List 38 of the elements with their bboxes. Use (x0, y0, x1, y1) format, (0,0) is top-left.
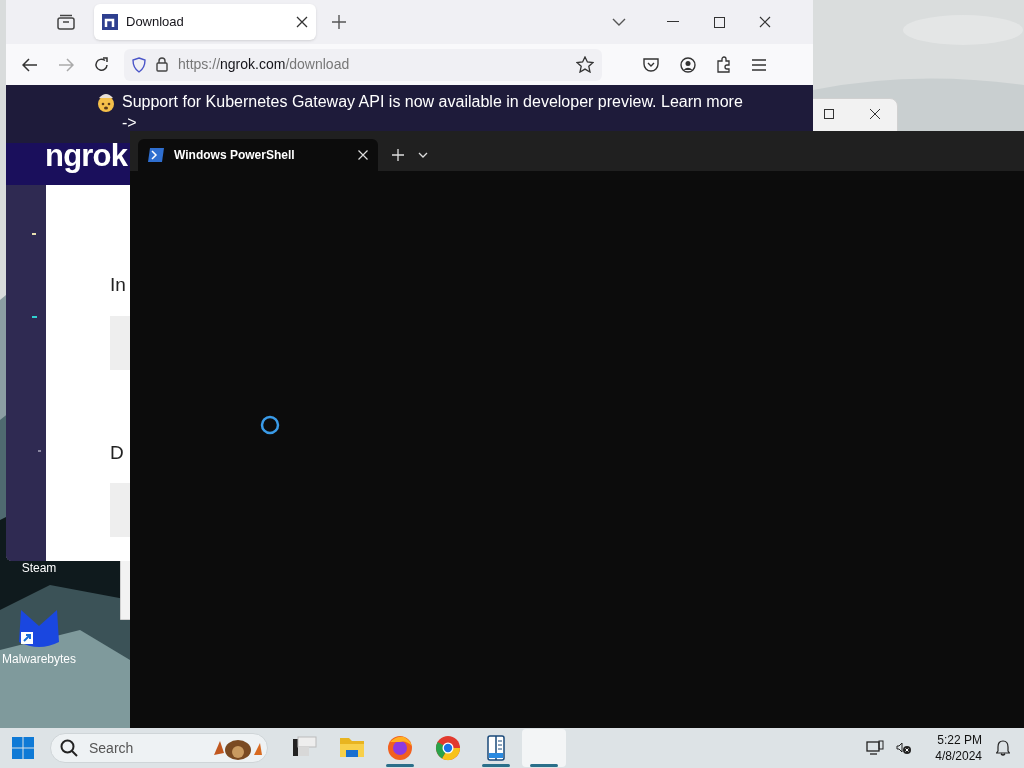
terminal-tab[interactable]: Windows PowerShell (138, 139, 378, 171)
search-icon (60, 739, 78, 757)
search-field[interactable]: Search (50, 733, 268, 763)
loading-spinner-icon (260, 415, 280, 435)
extensions-icon[interactable] (716, 56, 732, 73)
close-icon[interactable] (296, 16, 308, 28)
clock[interactable]: 5:22 PM 4/8/2024 (920, 732, 982, 764)
ngrok-logo[interactable]: ngrok (45, 133, 128, 180)
menu-icon[interactable] (752, 58, 766, 71)
account-icon[interactable] (680, 56, 696, 73)
exploding-head-icon (96, 92, 116, 112)
ngrok-favicon (102, 14, 118, 30)
powershell-icon (148, 148, 164, 162)
notification-bell-icon[interactable] (996, 740, 1010, 756)
minimize-icon (667, 21, 679, 23)
tab-list-icon[interactable] (57, 14, 75, 30)
close-icon (869, 108, 881, 120)
reload-icon[interactable] (94, 56, 110, 73)
desktop-icon-label[interactable]: Steam (21, 561, 57, 576)
section-heading: In (110, 273, 126, 297)
announcement-text: Support for Kubernetes Gateway API is now available in developer preview. Learn more -> (122, 92, 744, 133)
lock-icon (156, 57, 168, 72)
close-icon (759, 16, 771, 28)
section-heading: D (110, 441, 124, 465)
maximize-icon (713, 16, 725, 28)
star-icon[interactable] (576, 56, 594, 73)
maximize-icon (824, 109, 834, 119)
shield-icon[interactable] (132, 56, 146, 73)
chevron-down-icon[interactable] (612, 18, 626, 26)
pocket-icon[interactable] (643, 57, 659, 72)
url-field[interactable]: https://ngrok.com/download (124, 48, 602, 81)
firefox-icon (386, 734, 414, 762)
start-icon[interactable] (12, 737, 34, 759)
browser-tab[interactable]: Download (94, 4, 316, 40)
volume-muted-icon[interactable] (896, 741, 912, 755)
network-icon[interactable] (866, 740, 884, 756)
chrome-icon (434, 734, 462, 762)
back-icon[interactable] (22, 57, 38, 72)
